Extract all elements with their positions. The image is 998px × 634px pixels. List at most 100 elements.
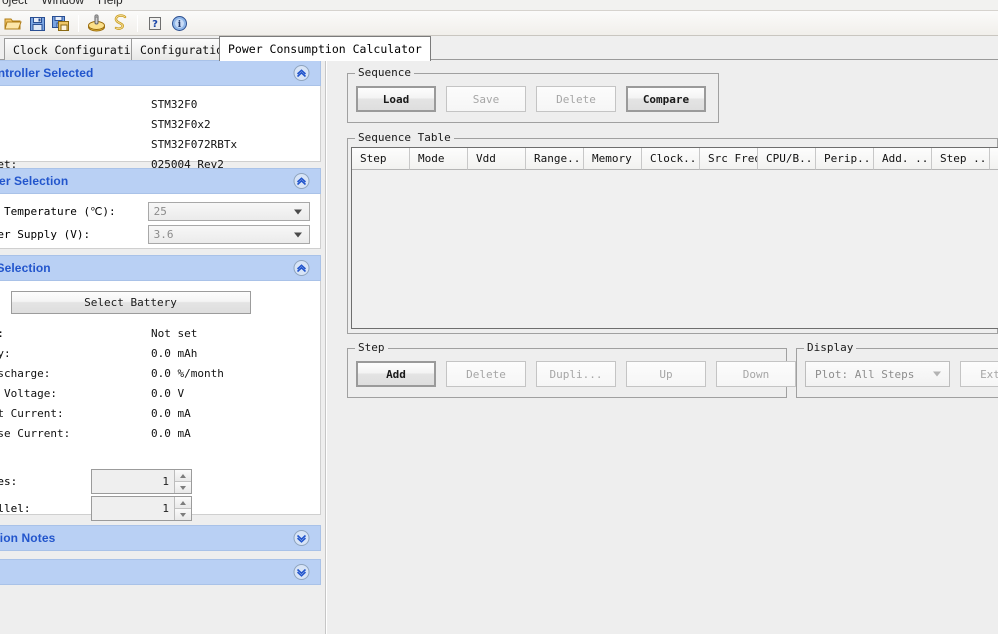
- chevron-up-icon[interactable]: [293, 173, 310, 190]
- tab-label: Clock Configuration: [13, 42, 145, 57]
- self-discharge-label: Self Discharge:: [0, 366, 51, 380]
- battery-label: Battery:: [0, 327, 151, 340]
- in-series-value[interactable]: 1: [92, 470, 175, 493]
- column-header-peripherals[interactable]: Perip...: [816, 148, 874, 170]
- sequence-table-body[interactable]: [352, 170, 998, 328]
- in-series-increment-button[interactable]: [175, 470, 191, 482]
- button-label: Delete: [556, 92, 596, 106]
- select-battery-label: Select Battery: [84, 296, 177, 309]
- select-battery-button[interactable]: Select Battery: [10, 291, 251, 314]
- ambient-temperature-select[interactable]: 25: [147, 202, 310, 221]
- open-folder-icon[interactable]: [1, 12, 25, 35]
- in-parallel-value[interactable]: 1: [92, 497, 175, 520]
- step-up-button: Up: [626, 361, 706, 387]
- mcu-row: Line: STM32F0x2: [0, 114, 310, 134]
- column-header-memory[interactable]: Memory: [584, 148, 642, 170]
- menu-item-project[interactable]: oject: [2, 0, 27, 7]
- button-label: Ext: [980, 367, 998, 381]
- column-header-mode[interactable]: Mode: [410, 148, 468, 170]
- plot-select[interactable]: Plot: All Steps: [805, 361, 950, 387]
- button-label: Compare: [642, 92, 690, 106]
- section-battery-selection: Battery Selection Select Battery: [0, 255, 321, 521]
- right-panel: Sequence Load Save Delete Compare Sequen…: [335, 60, 998, 634]
- button-label: Up: [659, 367, 673, 381]
- chevron-down-icon[interactable]: [293, 530, 310, 547]
- sequence-delete-button: Delete: [536, 86, 616, 112]
- in-series-decrement-button[interactable]: [175, 482, 191, 493]
- mcu-line-value: STM32F0x2: [151, 117, 211, 131]
- display-group-title: Display: [804, 341, 857, 354]
- panel-splitter[interactable]: [321, 60, 335, 634]
- generate-code-icon[interactable]: [84, 12, 108, 35]
- triangle-up-icon: [180, 500, 186, 505]
- max-pulse-current-value: 0.0 mA: [151, 426, 191, 440]
- vdd-power-supply-value: 3.6: [153, 228, 174, 241]
- section-header-help[interactable]: Help: [0, 559, 321, 585]
- max-cont-current-value: 0.0 mA: [151, 406, 191, 420]
- chevron-down-icon[interactable]: [293, 564, 310, 581]
- section-help: Help: [0, 559, 321, 585]
- step-down-button: Down: [716, 361, 796, 387]
- chevron-up-icon[interactable]: [293, 260, 310, 277]
- workspace: Microcontroller Selected Serie: STM32F0: [0, 60, 998, 634]
- mcu-row: Serie: STM32F0: [0, 94, 310, 114]
- help-icon[interactable]: ?: [143, 12, 167, 35]
- sequence-load-button[interactable]: Load: [356, 86, 436, 112]
- step-delete-button: Delete: [446, 361, 526, 387]
- column-header-range[interactable]: Range...: [526, 148, 584, 170]
- capacity-label: Capacity:: [0, 346, 11, 360]
- step-add-button[interactable]: Add: [356, 361, 436, 387]
- sequence-table-header: Step Mode Vdd Range... Memory Clock... S…: [352, 148, 998, 170]
- column-header-cpu-bus[interactable]: CPU/B...: [758, 148, 816, 170]
- toolbar-separator-2: [137, 14, 138, 32]
- menu-item-help[interactable]: Help: [98, 0, 123, 7]
- column-header-clock[interactable]: Clock...: [642, 148, 700, 170]
- column-header-additional[interactable]: Add. ...: [874, 148, 932, 170]
- button-label: Load: [382, 92, 410, 106]
- button-label: Add: [386, 367, 406, 381]
- section-header-battery[interactable]: Battery Selection: [0, 255, 321, 281]
- column-header-src-freq[interactable]: Src Freq: [700, 148, 758, 170]
- button-label: Down: [742, 367, 770, 381]
- toolbar: ? i: [0, 11, 998, 36]
- section-header-parameter[interactable]: Parameter Selection: [0, 168, 321, 194]
- menu-item-window[interactable]: Window: [41, 0, 84, 7]
- in-parallel-increment-button[interactable]: [175, 497, 191, 509]
- chevron-up-icon[interactable]: [293, 65, 310, 82]
- export-button[interactable]: Ext: [960, 361, 998, 387]
- sequence-table[interactable]: Step Mode Vdd Range... Memory Clock... S…: [351, 147, 998, 329]
- in-series-row: In Series: 1: [0, 468, 310, 495]
- capacity-value: 0.0 mAh: [151, 346, 198, 360]
- save-icon[interactable]: [25, 12, 49, 35]
- in-parallel-decrement-button[interactable]: [175, 509, 191, 520]
- save-all-icon[interactable]: [49, 12, 73, 35]
- toolbar-separator-1: [78, 14, 79, 32]
- sequence-compare-button[interactable]: Compare: [626, 86, 706, 112]
- settings-s-icon[interactable]: [108, 12, 132, 35]
- column-header-extra[interactable]: D: [990, 148, 998, 170]
- splitter-grip[interactable]: [325, 60, 327, 634]
- in-parallel-stepper[interactable]: 1: [91, 496, 192, 521]
- tab-label: Power Consumption Calculator: [228, 42, 422, 56]
- plot-select-value: Plot: All Steps: [815, 367, 915, 381]
- section-body-battery: Select Battery Battery: Not set Capacity…: [0, 281, 321, 521]
- column-header-step[interactable]: Step: [352, 148, 410, 170]
- section-parameter-selection: Parameter Selection Ambient Temperature …: [0, 168, 321, 249]
- left-panel: Microcontroller Selected Serie: STM32F0: [0, 60, 321, 634]
- max-cont-current-label: Max Cont Current:: [0, 406, 64, 420]
- column-header-step-duration[interactable]: Step ...: [932, 148, 990, 170]
- tab-power-consumption-calculator[interactable]: Power Consumption Calculator: [219, 36, 431, 61]
- column-header-vdd[interactable]: Vdd: [468, 148, 526, 170]
- ambient-temperature-label: Ambient Temperature (℃):: [0, 205, 116, 218]
- vdd-power-supply-select[interactable]: 3.6: [147, 225, 310, 244]
- tab-label: Configuration: [140, 42, 231, 57]
- step-group-title: Step: [355, 341, 388, 354]
- in-series-stepper[interactable]: 1: [91, 469, 192, 494]
- battery-row: Capacity: 0.0 mAh: [0, 343, 310, 363]
- battery-row: Nominal Voltage: 0.0 V: [0, 383, 310, 403]
- in-parallel-row: In Parallel: 1: [0, 495, 310, 522]
- section-header-microcontroller[interactable]: Microcontroller Selected: [0, 60, 321, 86]
- section-header-information-notes[interactable]: Information Notes: [0, 525, 321, 551]
- svg-text:i: i: [177, 20, 181, 30]
- about-info-icon[interactable]: i: [167, 12, 191, 35]
